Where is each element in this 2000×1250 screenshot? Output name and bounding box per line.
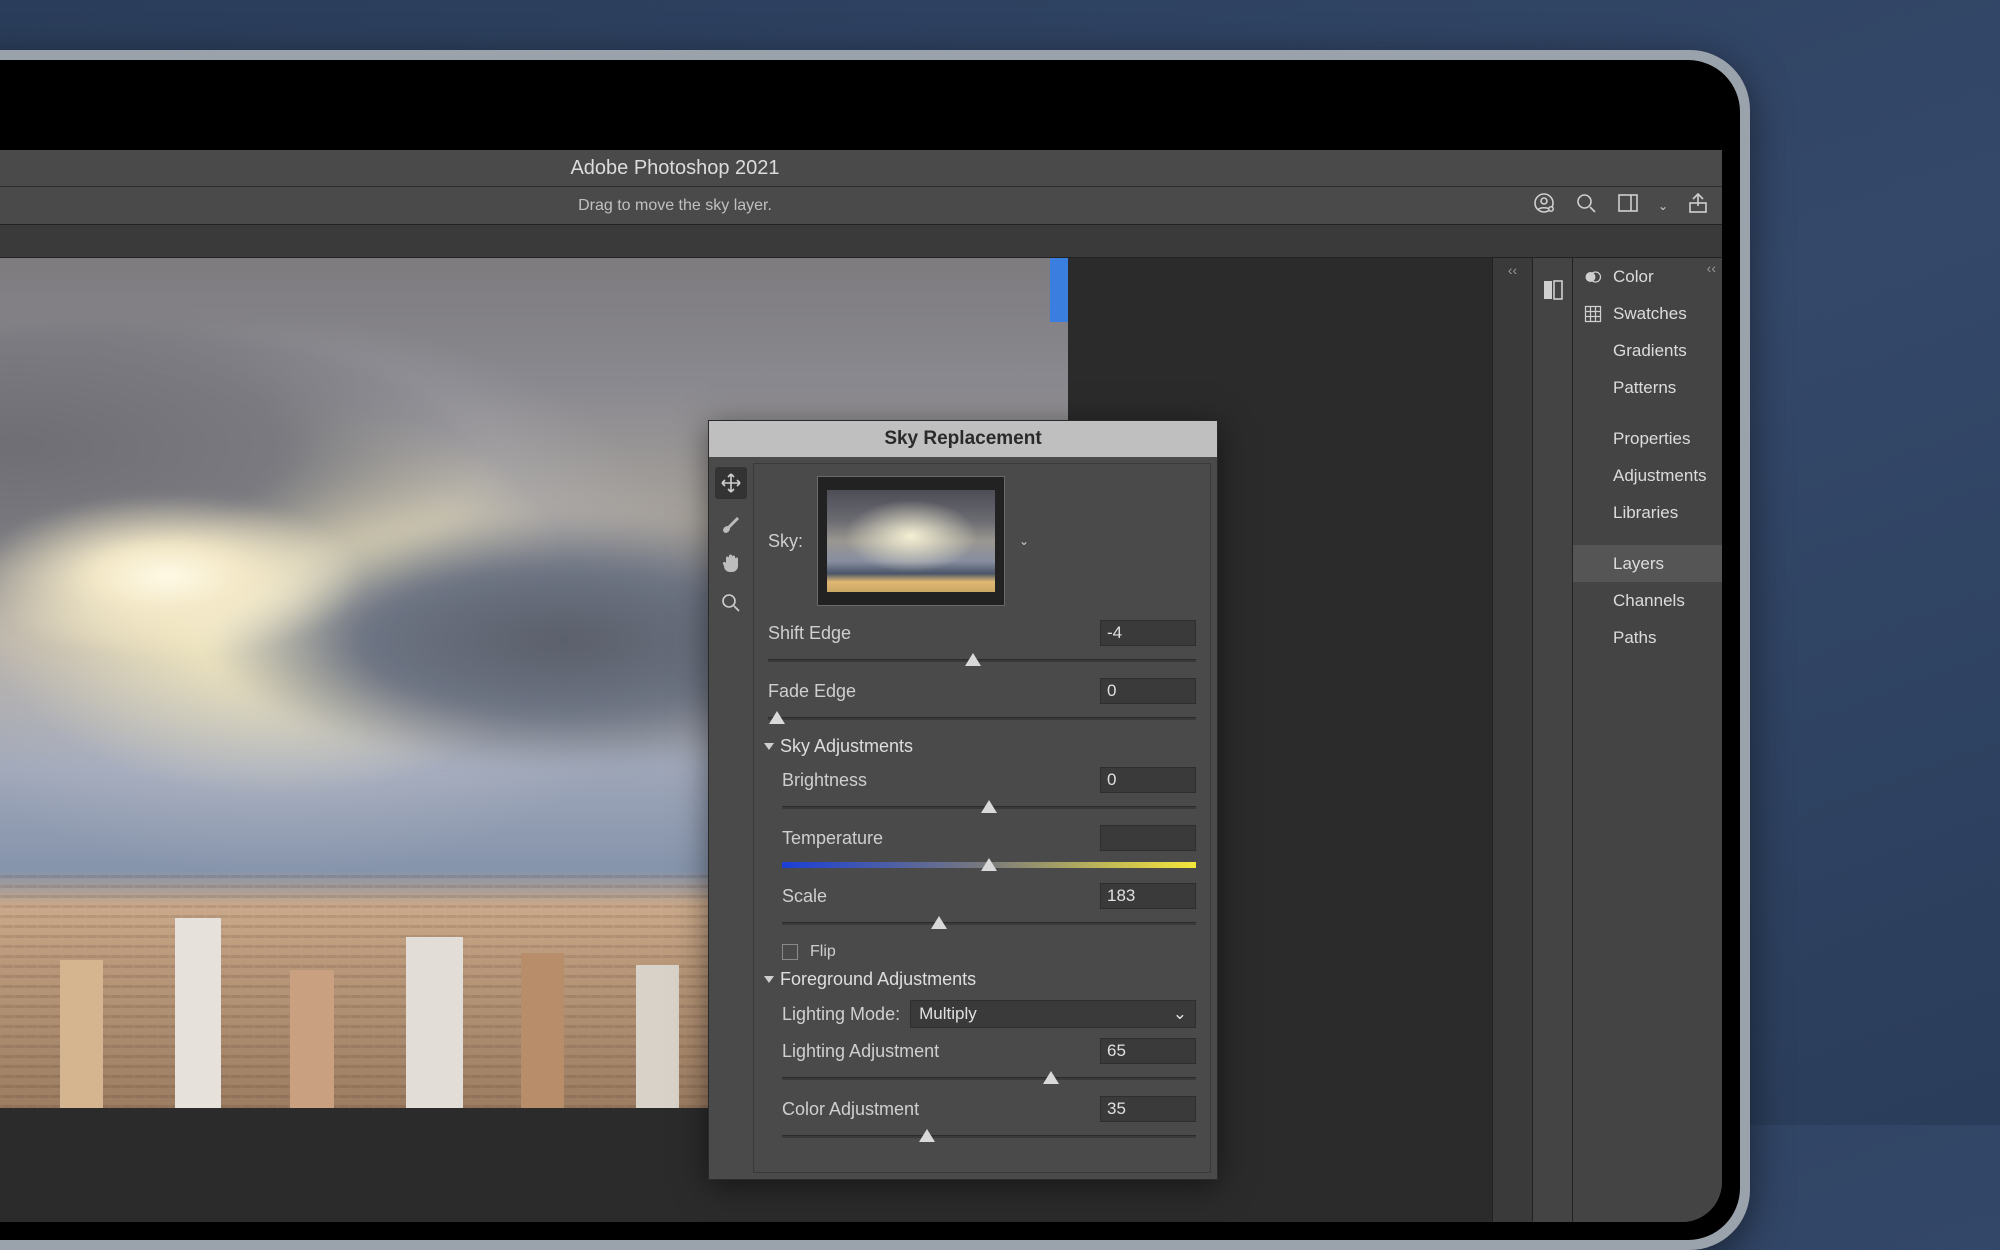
- lighting-mode-row: Lighting Mode: Multiply ⌄: [782, 1000, 1196, 1028]
- section-title: Foreground Adjustments: [780, 969, 976, 990]
- lighting-mode-dropdown[interactable]: Multiply ⌄: [910, 1000, 1196, 1028]
- scale-label: Scale: [782, 886, 827, 907]
- laptop-frame: Adobe Photoshop 2021 Drag to move the sk…: [0, 50, 1750, 1250]
- panel-label: Patterns: [1613, 378, 1676, 398]
- temperature-slider[interactable]: [782, 855, 1196, 875]
- scale-slider[interactable]: [782, 913, 1196, 933]
- dialog-title[interactable]: Sky Replacement: [709, 421, 1217, 457]
- color-adjustment-slider[interactable]: [782, 1126, 1196, 1146]
- color-adjustment-property: Color Adjustment: [782, 1096, 1196, 1146]
- lighting-mode-value: Multiply: [919, 1004, 977, 1024]
- hand-tool-icon[interactable]: [715, 547, 747, 579]
- dialog-toolbar: [715, 463, 753, 1173]
- panel-label: Channels: [1613, 591, 1685, 611]
- cloud-glow: [0, 471, 420, 684]
- scale-input[interactable]: [1100, 883, 1196, 909]
- title-bar: Adobe Photoshop 2021: [0, 150, 1722, 186]
- panel-label: Properties: [1613, 429, 1690, 449]
- laptop-bezel: Adobe Photoshop 2021 Drag to move the sk…: [0, 60, 1740, 1240]
- flip-checkbox-row[interactable]: Flip: [782, 943, 1196, 961]
- panel-channels[interactable]: Channels: [1573, 582, 1722, 619]
- dialog-main: Sky: ⌄ Shift Edge: [753, 463, 1211, 1173]
- sky-picker-row: Sky: ⌄: [768, 476, 1196, 606]
- panel-label: Paths: [1613, 628, 1656, 648]
- chevron-down-icon[interactable]: ⌄: [1658, 199, 1668, 213]
- flip-label: Flip: [810, 943, 836, 961]
- shift-edge-slider[interactable]: [768, 650, 1196, 670]
- shift-edge-label: Shift Edge: [768, 623, 851, 644]
- color-adjustment-input[interactable]: [1100, 1096, 1196, 1122]
- panel-properties[interactable]: Properties: [1573, 420, 1722, 457]
- collapse-chevron-icon[interactable]: ‹‹: [1707, 260, 1716, 276]
- home-user-icon[interactable]: [1532, 191, 1556, 220]
- lighting-adjustment-label: Lighting Adjustment: [782, 1041, 939, 1062]
- sky-label: Sky:: [768, 531, 803, 552]
- selection-edge: [1050, 258, 1068, 322]
- fade-edge-input[interactable]: [1100, 678, 1196, 704]
- panel-label: Color: [1613, 267, 1654, 287]
- temperature-label: Temperature: [782, 828, 883, 849]
- panel-adjustments[interactable]: Adjustments: [1573, 457, 1722, 494]
- panel-label: Libraries: [1613, 503, 1678, 523]
- options-bar: Drag to move the sky layer. ⌄: [0, 186, 1722, 224]
- search-icon[interactable]: [1574, 191, 1598, 220]
- temperature-input[interactable]: [1100, 825, 1196, 851]
- panel-libraries[interactable]: Libraries: [1573, 494, 1722, 531]
- sky-dropdown-chevron-icon[interactable]: ⌄: [1019, 534, 1033, 548]
- panel-label: Swatches: [1613, 304, 1687, 324]
- sky-adjustments-header[interactable]: Sky Adjustments: [764, 736, 1196, 757]
- document-tab-bar: 43.2% (Sky, Layer Mask/8) *: [0, 224, 1722, 258]
- foreground-adjustments-header[interactable]: Foreground Adjustments: [764, 969, 1196, 990]
- options-hint: Drag to move the sky layer.: [578, 197, 772, 215]
- shift-edge-input[interactable]: [1100, 620, 1196, 646]
- sky-replacement-dialog[interactable]: Sky Replacement: [708, 420, 1218, 1180]
- panel-swatches[interactable]: Swatches: [1573, 295, 1722, 332]
- lighting-adjustment-property: Lighting Adjustment: [782, 1038, 1196, 1088]
- panel-color[interactable]: Color: [1573, 258, 1722, 295]
- lighting-adjustment-input[interactable]: [1100, 1038, 1196, 1064]
- panel-label: Adjustments: [1613, 466, 1707, 486]
- move-tool-icon[interactable]: [715, 467, 747, 499]
- panel-gradients[interactable]: Gradients: [1573, 332, 1722, 369]
- brightness-label: Brightness: [782, 770, 867, 791]
- screen: Adobe Photoshop 2021 Drag to move the sk…: [0, 80, 1722, 1222]
- panel-label: Layers: [1613, 554, 1664, 574]
- panel-label: Gradients: [1613, 341, 1687, 361]
- temperature-property: Temperature: [782, 825, 1196, 875]
- right-panel-stack: ‹‹ Color Swatches Gradients: [1572, 258, 1722, 1222]
- lighting-mode-label: Lighting Mode:: [782, 1004, 900, 1025]
- brightness-input[interactable]: [1100, 767, 1196, 793]
- section-title: Sky Adjustments: [780, 736, 913, 757]
- panel-layers[interactable]: Layers: [1573, 545, 1722, 582]
- color-adjustment-label: Color Adjustment: [782, 1099, 919, 1120]
- brightness-slider[interactable]: [782, 797, 1196, 817]
- chevron-down-icon: ⌄: [1173, 1004, 1187, 1024]
- scale-property: Scale: [782, 883, 1196, 933]
- fade-edge-slider[interactable]: [768, 708, 1196, 728]
- gradient-preset-icon[interactable]: [1541, 278, 1565, 302]
- collapse-chevron-icon[interactable]: ‹‹: [1508, 262, 1517, 278]
- options-right-icons: ⌄: [1532, 191, 1710, 220]
- brush-tool-icon[interactable]: [715, 507, 747, 539]
- fade-edge-label: Fade Edge: [768, 681, 856, 702]
- panel-paths[interactable]: Paths: [1573, 619, 1722, 656]
- brightness-property: Brightness: [782, 767, 1196, 817]
- fade-edge-property: Fade Edge: [768, 678, 1196, 728]
- sky-thumbnail[interactable]: [817, 476, 1005, 606]
- share-icon[interactable]: [1686, 191, 1710, 220]
- panel-collapse-strip-left[interactable]: ‹‹: [1492, 258, 1532, 1222]
- dialog-body: Sky: ⌄ Shift Edge: [709, 457, 1217, 1179]
- flip-checkbox[interactable]: [782, 944, 798, 960]
- lighting-adjustment-slider[interactable]: [782, 1068, 1196, 1088]
- workspace-icon[interactable]: [1616, 191, 1640, 220]
- app-title: Adobe Photoshop 2021: [570, 157, 779, 180]
- panel-icon-strip: [1532, 258, 1572, 1222]
- panel-patterns[interactable]: Patterns: [1573, 369, 1722, 406]
- shift-edge-property: Shift Edge: [768, 620, 1196, 670]
- zoom-tool-icon[interactable]: [715, 587, 747, 619]
